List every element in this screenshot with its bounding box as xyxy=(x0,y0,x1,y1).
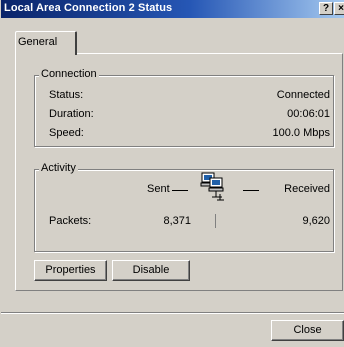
received-dash xyxy=(243,190,259,191)
bottom-separator xyxy=(1,312,344,314)
title-bar[interactable]: Local Area Connection 2 Status ? × xyxy=(1,0,344,18)
speed-value: 100.0 Mbps xyxy=(272,127,330,139)
duration-value: 00:06:01 xyxy=(287,108,330,120)
tab-general[interactable]: General xyxy=(15,31,77,55)
activity-divider xyxy=(215,214,216,228)
dialog-window: Local Area Connection 2 Status ? × Gener… xyxy=(0,0,344,347)
duration-label: Duration: xyxy=(49,108,94,120)
received-label: Received xyxy=(284,183,330,195)
window-title: Local Area Connection 2 Status xyxy=(4,2,173,14)
tab-general-label: General xyxy=(18,36,58,48)
help-button[interactable]: ? xyxy=(319,2,333,15)
tab-panel-general: Connection Status: Connected Duration: 0… xyxy=(15,53,343,291)
activity-group: Activity Sent Received Packets: 8,371 9,… xyxy=(34,162,334,252)
network-computers-icon xyxy=(199,171,233,208)
connection-group-label: Connection xyxy=(39,68,99,80)
packets-sent-value: 8,371 xyxy=(163,215,191,227)
close-button[interactable]: Close xyxy=(271,320,344,341)
packets-label: Packets: xyxy=(49,215,92,227)
connection-group: Connection Status: Connected Duration: 0… xyxy=(34,68,334,147)
disable-button[interactable]: Disable xyxy=(112,260,190,281)
properties-button[interactable]: Properties xyxy=(34,260,107,281)
sent-label: Sent xyxy=(147,183,170,195)
close-window-button[interactable]: × xyxy=(334,2,344,15)
speed-label: Speed: xyxy=(49,127,84,139)
status-label: Status: xyxy=(49,89,84,101)
packets-received-value: 9,620 xyxy=(302,215,330,227)
status-value: Connected xyxy=(276,89,330,101)
sent-dash xyxy=(172,190,188,191)
activity-group-label: Activity xyxy=(39,162,78,174)
